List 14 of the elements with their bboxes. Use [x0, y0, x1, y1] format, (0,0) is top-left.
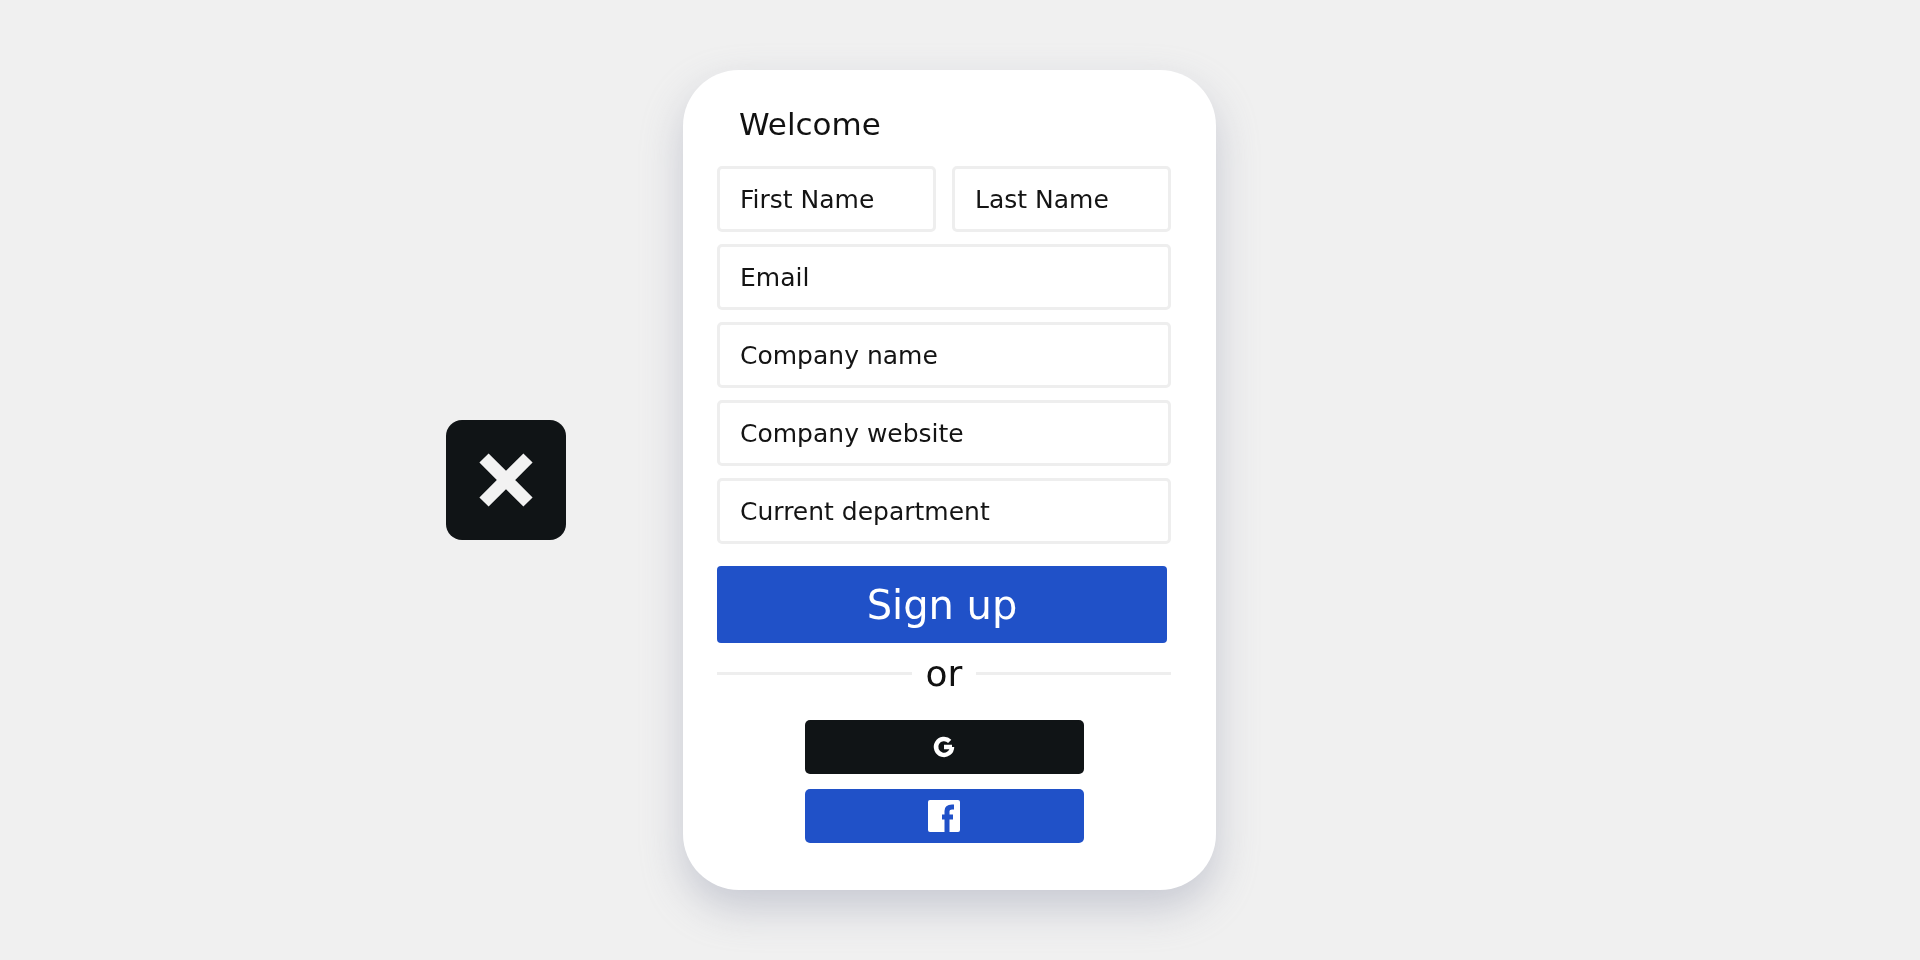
input-field[interactable]: Current department [717, 478, 1171, 544]
facebook-icon [928, 800, 960, 832]
form-title: Welcome [738, 106, 882, 142]
facebook-button[interactable] [804, 789, 1084, 843]
input-field[interactable]: First Name [717, 166, 936, 232]
close-icon[interactable] [446, 420, 566, 540]
input-field[interactable]: Last Name [952, 166, 1171, 232]
input-field[interactable]: Company name [717, 322, 1171, 388]
signup-button[interactable]: Sign up [717, 566, 1167, 643]
input-field[interactable]: Company website [717, 400, 1171, 466]
google-icon [931, 734, 957, 760]
separator-text: or [925, 653, 963, 694]
google-button[interactable] [804, 720, 1084, 774]
input-field[interactable]: Email [717, 244, 1171, 310]
